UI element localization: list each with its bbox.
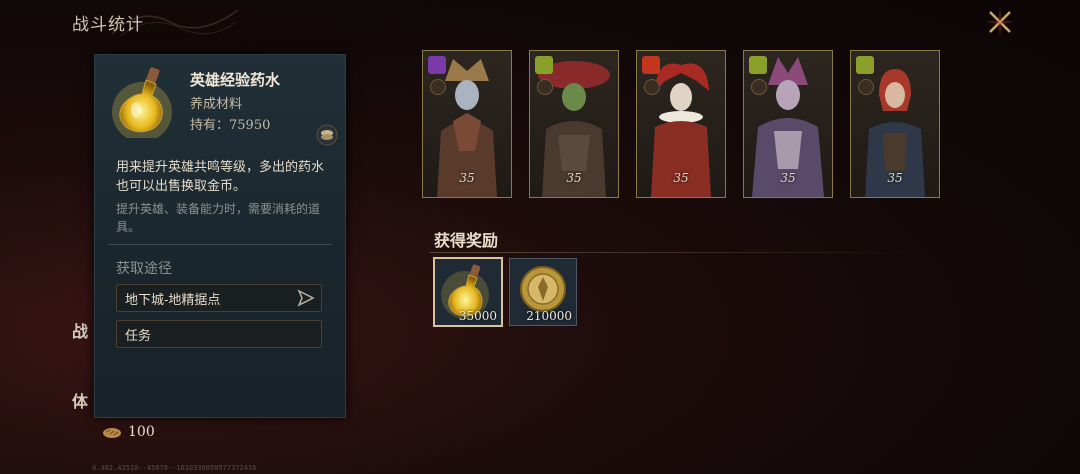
side-label-battle: 战 xyxy=(72,322,89,341)
element-badge-icon xyxy=(856,56,874,74)
element-badge-icon xyxy=(535,56,553,74)
source-item-dungeon[interactable]: 地下城-地精据点 xyxy=(116,284,322,312)
page-title: 战斗统计 xyxy=(72,15,144,35)
hero-card[interactable]: 35 xyxy=(850,50,940,198)
element-badge-icon xyxy=(642,56,660,74)
item-note: 提升英雄、装备能力时，需要消耗的道具。 xyxy=(116,202,321,234)
bread-icon xyxy=(103,428,121,438)
source-label: 地下城-地精据点 xyxy=(125,293,221,308)
rewards-title: 获得奖励 xyxy=(434,231,499,250)
close-icon[interactable] xyxy=(984,6,1016,38)
currency-value: 100 xyxy=(128,424,155,440)
divider xyxy=(108,244,332,245)
sword-icon xyxy=(537,79,553,95)
hero-card[interactable]: 35 xyxy=(422,50,512,198)
sword-icon xyxy=(751,79,767,95)
element-badge-icon xyxy=(428,56,446,74)
hero-card[interactable]: 35 xyxy=(529,50,619,198)
reward-count: 35000 xyxy=(458,309,497,323)
exchange-icon[interactable] xyxy=(316,124,338,146)
element-badge-icon xyxy=(749,56,767,74)
hero-card[interactable]: 35 xyxy=(743,50,833,198)
side-label-stamina: 体 xyxy=(72,392,89,411)
reward-item-gold[interactable]: 210000 xyxy=(509,258,577,326)
staff-icon xyxy=(644,79,660,95)
hero-level: 35 xyxy=(459,171,475,185)
rewards-divider xyxy=(430,252,932,253)
reward-item-potion[interactable]: 35000 xyxy=(433,257,503,327)
reward-count: 210000 xyxy=(526,309,572,323)
source-label: 任务 xyxy=(125,329,152,344)
item-description: 用来提升英雄共鸣等级，多出的药水也可以出售换取金币。 xyxy=(116,160,325,194)
shield-icon xyxy=(430,79,446,95)
hero-level: 35 xyxy=(887,171,903,185)
hero-card[interactable]: 35 xyxy=(636,50,726,198)
item-name: 英雄经验药水 xyxy=(190,71,281,89)
shield-icon xyxy=(858,79,874,95)
item-owned-count: 持有：75950 xyxy=(190,118,271,133)
go-arrow-icon[interactable] xyxy=(297,289,315,307)
hero-level: 35 xyxy=(780,171,796,185)
hero-level: 35 xyxy=(673,171,689,185)
sources-title: 获取途径 xyxy=(116,261,172,277)
version-text: 0.302.43510--45870--1610336050577372416 xyxy=(92,464,257,472)
hero-level: 35 xyxy=(566,171,582,185)
source-item-quest[interactable]: 任务 xyxy=(116,320,322,348)
item-category: 养成材料 xyxy=(190,97,243,112)
potion-icon xyxy=(112,67,172,138)
